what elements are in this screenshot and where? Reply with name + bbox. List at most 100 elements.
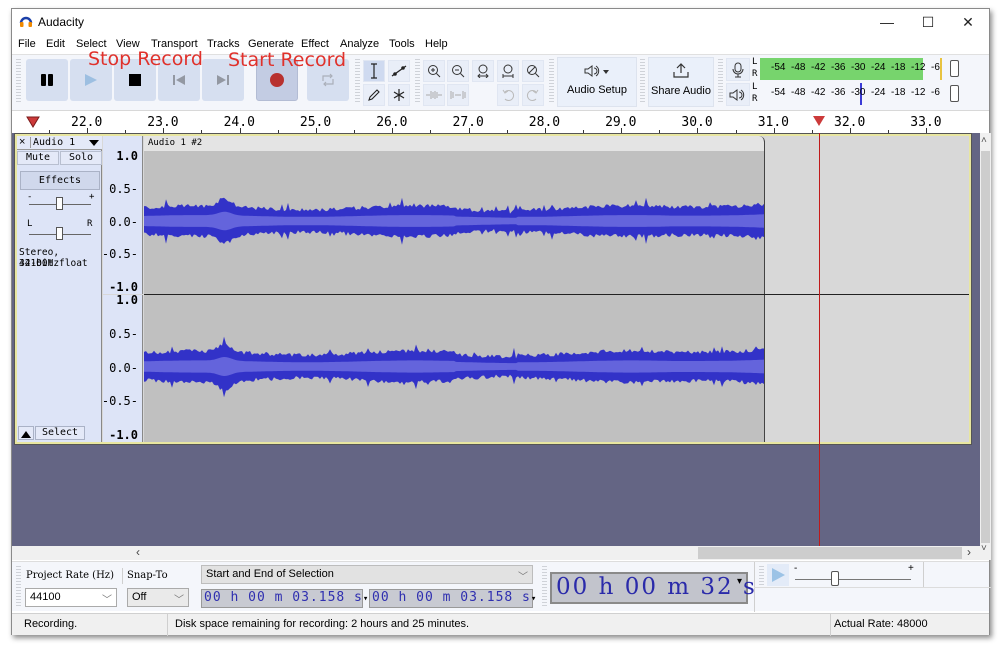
zoom-out-button[interactable] (447, 60, 469, 82)
redo-button[interactable] (522, 84, 544, 106)
pan-slider-handle[interactable] (56, 227, 63, 240)
menu-help[interactable]: Help (425, 38, 448, 50)
scroll-left-icon[interactable]: ‹ (136, 545, 140, 559)
clip-channel-left[interactable] (144, 151, 765, 295)
vertical-scrollbar[interactable]: ˄ ˅ (980, 133, 991, 560)
track-area[interactable]: × Audio 1 Mute Solo Effects - + L R Ster… (12, 133, 980, 546)
playback-meter-button[interactable] (726, 83, 750, 106)
vertical-scroll-thumb[interactable] (981, 151, 990, 543)
collapse-up-icon (21, 431, 31, 438)
vertical-scale-right[interactable]: 1.0 0.5- 0.0- -0.5- -1.0 (102, 293, 143, 442)
play-at-speed-button[interactable] (767, 564, 789, 586)
track-bit-depth-info: 32-bit float (19, 258, 88, 269)
menu-tools[interactable]: Tools (389, 38, 415, 50)
scroll-up-icon[interactable]: ˄ (981, 135, 987, 146)
microphone-icon (732, 62, 744, 77)
time-display-value: 00 h 00 m 32 s (556, 574, 757, 600)
zoom-toggle-button[interactable] (522, 60, 544, 82)
solo-button[interactable]: Solo (60, 151, 102, 165)
maximize-button[interactable]: ☐ (908, 11, 948, 33)
selection-tool-button[interactable] (363, 60, 385, 82)
menu-file[interactable]: File (18, 38, 36, 50)
track-close-button[interactable]: × (19, 136, 25, 148)
chevron-down-icon: ﹀ (174, 595, 184, 606)
speed-slider-track[interactable] (795, 579, 911, 580)
selection-end-time[interactable]: 00 h 00 m 03.158 s▾ (369, 589, 536, 608)
audio-track[interactable]: × Audio 1 Mute Solo Effects - + L R Ster… (14, 133, 972, 445)
playback-meter[interactable]: L R -54-48-42-36-30-24-18-12-60 (752, 82, 972, 105)
time-toolbar-grip[interactable] (542, 566, 547, 608)
meter-scale-label: -54 (771, 87, 786, 98)
meter-scale-label: -30 (851, 62, 866, 73)
record-volume-slider-handle[interactable] (950, 60, 959, 77)
tools-toolbar-grip[interactable] (355, 59, 360, 103)
dropdown-arrow-icon[interactable]: ▾ (531, 594, 537, 604)
undo-icon (502, 89, 514, 101)
menu-edit[interactable]: Edit (46, 38, 65, 50)
effects-button[interactable]: Effects (20, 171, 100, 190)
track-name-menu[interactable]: Audio 1 (30, 137, 75, 148)
scroll-down-icon[interactable]: ˅ (981, 543, 987, 554)
record-meter[interactable]: L R -54-48-42-36-30-24-18-12-60 (752, 57, 972, 80)
fit-selection-icon (477, 64, 489, 78)
clip-channel-right[interactable] (144, 295, 765, 442)
divider (754, 587, 991, 588)
playhead-pin-icon[interactable] (26, 116, 40, 128)
project-rate-select[interactable]: 44100 ﹀ (25, 588, 117, 607)
meter-toolbar-grip[interactable] (718, 59, 723, 103)
track-menu-dropdown-icon[interactable] (89, 140, 99, 146)
dropdown-arrow-icon[interactable]: ▾ (737, 576, 744, 587)
playhead-line (819, 133, 821, 546)
start-time-value: 00 h 00 m 03.158 s (204, 590, 363, 605)
snap-to-select[interactable]: Off ﹀ (127, 588, 189, 607)
share-audio-button[interactable]: Share Audio (648, 57, 714, 107)
close-button[interactable]: ✕ (948, 11, 988, 33)
play-at-speed-grip[interactable] (759, 566, 764, 586)
select-track-button[interactable]: Select (35, 426, 85, 440)
divider (167, 614, 168, 636)
channel-l-label: L (752, 57, 758, 67)
timeline-ruler[interactable]: 22.0 23.0 24.0 25.0 26.0 27.0 28.0 29.0 30.0 31.0… (12, 112, 989, 134)
amplitude-label: 0.5- (109, 326, 138, 341)
horizontal-scrollbar[interactable]: ‹ › (12, 545, 980, 560)
fit-project-icon (502, 64, 514, 78)
scroll-right-icon[interactable]: › (967, 545, 971, 559)
selection-mode-select[interactable]: Start and End of Selection ﹀ (201, 565, 533, 584)
envelope-tool-button[interactable] (388, 60, 410, 82)
collapse-track-button[interactable] (18, 426, 34, 440)
time-display[interactable]: 00 h 00 m 32 s ▾ (550, 572, 755, 604)
gain-slider-handle[interactable] (56, 197, 63, 210)
selection-start-time[interactable]: 00 h 00 m 03.158 s▾ (201, 589, 368, 608)
fit-selection-button[interactable] (472, 60, 494, 82)
pause-button[interactable] (26, 59, 68, 101)
zoom-in-icon (428, 65, 441, 78)
horizontal-scroll-thumb[interactable] (698, 547, 962, 559)
multi-tool-button[interactable] (388, 84, 410, 106)
share-audio-grip[interactable] (640, 59, 645, 103)
stop-icon (129, 74, 141, 86)
speed-slider-handle[interactable] (831, 571, 839, 586)
audio-setup-grip[interactable] (549, 59, 554, 103)
playback-volume-slider-handle[interactable] (950, 85, 959, 102)
meter-scale-label: -36 (831, 87, 846, 98)
audacity-window: Audacity — ☐ ✕ File Edit Select View Tra… (11, 8, 991, 636)
transport-toolbar-grip[interactable] (16, 59, 21, 103)
undo-button[interactable] (497, 84, 519, 106)
audio-setup-button[interactable]: Audio Setup (557, 57, 637, 107)
waveform-right (144, 336, 764, 398)
record-meter-button[interactable] (726, 58, 750, 81)
audio-setup-label: Audio Setup (567, 84, 627, 96)
minimize-button[interactable]: — (867, 11, 907, 33)
mute-button[interactable]: Mute (17, 151, 59, 165)
edit-toolbar-grip[interactable] (415, 59, 420, 103)
silence-audio-button[interactable] (447, 84, 469, 106)
fit-project-button[interactable] (497, 60, 519, 82)
selection-toolbar-grip[interactable] (16, 566, 21, 608)
draw-tool-button[interactable] (363, 84, 385, 106)
zoom-toggle-icon (527, 65, 540, 78)
trim-audio-button[interactable] (423, 84, 445, 106)
clip-header[interactable]: Audio 1 #2 (144, 136, 765, 151)
vertical-scale-left[interactable]: 1.0 0.5- 0.0- -0.5- -1.0 (102, 149, 143, 294)
zoom-in-button[interactable] (423, 60, 445, 82)
meter-scale-label: -24 (871, 87, 886, 98)
